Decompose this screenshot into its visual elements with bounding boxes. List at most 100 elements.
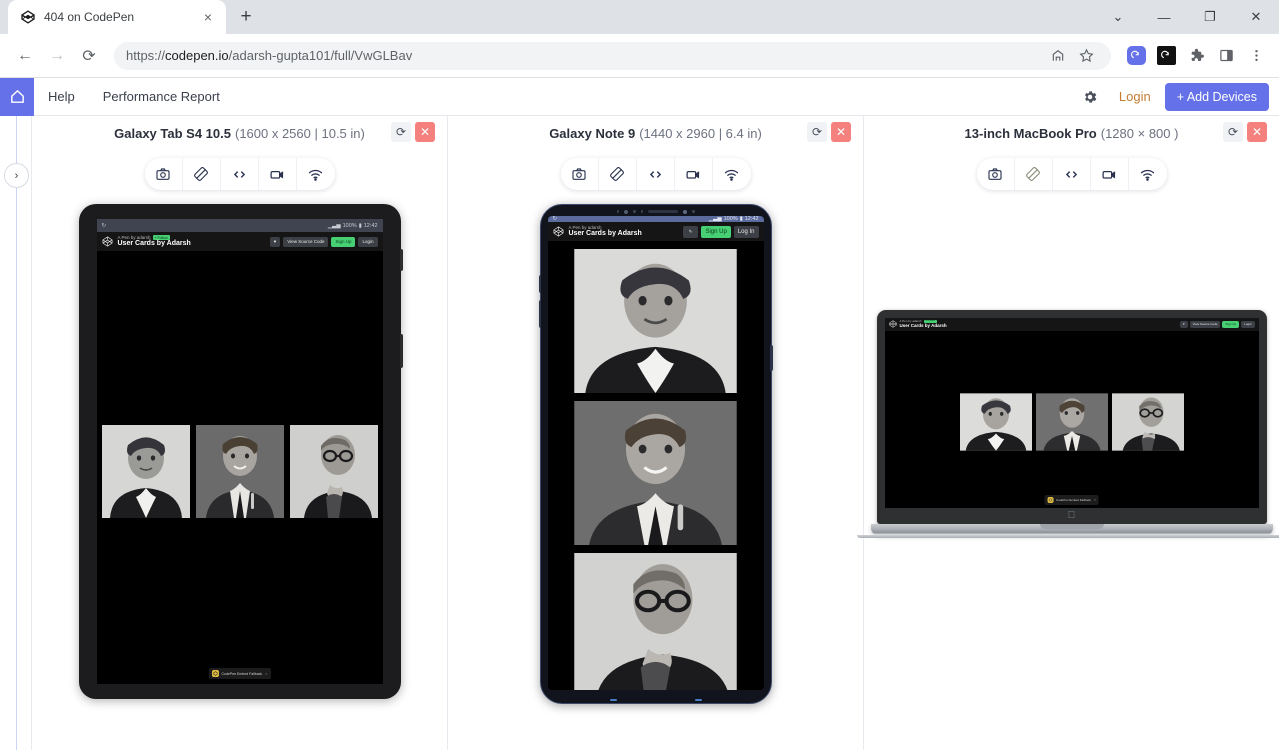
video-icon[interactable]	[259, 158, 297, 190]
device-workspace: › Galaxy Tab S4 10.5 (1600 x 2560 | 10.5…	[0, 116, 1279, 750]
codepen-embed-banner: CodePen Embed Fallback ×	[208, 668, 271, 679]
sensor-dot	[616, 210, 619, 213]
login-button[interactable]: Login	[358, 236, 378, 247]
rotate-device-button[interactable]: ⟳	[1223, 122, 1243, 142]
video-icon[interactable]	[675, 158, 713, 190]
signup-button[interactable]: Sign Up	[701, 225, 731, 238]
rotate-device-button[interactable]: ⟳	[391, 122, 411, 142]
view-source-button[interactable]: View Source Code	[1189, 320, 1221, 328]
heart-icon[interactable]: ♥	[269, 236, 281, 247]
device-header-buttons: ⟳ ✕	[391, 122, 435, 142]
window-controls: ⌄ — ❐ ✕	[1095, 0, 1279, 34]
back-icon[interactable]: ←	[10, 41, 40, 71]
camera-icon[interactable]	[977, 158, 1015, 190]
browser-toolbar: ← → ⟳ https://codepen.io/adarsh-gupta101…	[0, 34, 1279, 78]
video-icon[interactable]	[1091, 158, 1129, 190]
chrome-menu-icon[interactable]	[1243, 43, 1269, 69]
rotate-disable-icon[interactable]	[1015, 158, 1053, 190]
login-button[interactable]: Login	[1241, 320, 1255, 328]
reload-icon[interactable]: ⟳	[74, 41, 104, 71]
performance-report-link[interactable]: Performance Report	[89, 78, 234, 116]
tablet-screen[interactable]: ↻ ▁▃▅ 100% ▮ 12:42 A Pen by adarsh + Fol…	[96, 219, 383, 684]
browser-tab[interactable]: 404 on CodePen ×	[8, 0, 226, 34]
bottom-accent-light	[609, 698, 617, 701]
embedded-page-body: CodePen Embed Fallback ×	[884, 330, 1259, 508]
home-icon[interactable]	[0, 77, 34, 116]
pen-title: User Cards by Adarsh	[899, 323, 947, 329]
gear-icon[interactable]	[1075, 82, 1105, 112]
pen-title: User Cards by Adarsh	[568, 230, 642, 238]
device-name: Galaxy Note 9	[549, 125, 636, 141]
code-icon[interactable]	[637, 158, 675, 190]
sidebar-expand-button[interactable]: ›	[4, 163, 29, 188]
code-icon[interactable]	[1053, 158, 1091, 190]
forward-icon[interactable]: →	[42, 41, 72, 71]
signup-button[interactable]: Sign Up	[331, 236, 356, 247]
device-toolbar-pill	[144, 158, 335, 190]
wifi-icon[interactable]	[297, 158, 335, 190]
pen-title: User Cards by Adarsh	[117, 240, 191, 248]
close-device-button[interactable]: ✕	[1247, 122, 1267, 142]
tablet-side-button-2	[399, 334, 403, 368]
phone-screen[interactable]: ↻ ▁▃▅ 100% ▮ 12:42 A Pen by adarsh User …	[547, 216, 764, 690]
status-bar-right: ▁▃▅ 100% ▮ 12:42	[328, 223, 378, 229]
add-devices-button[interactable]: + Add Devices	[1164, 82, 1269, 111]
device-stage: ↻ ▁▃▅ 100% ▮ 12:42	[32, 190, 447, 750]
tab-close-icon[interactable]: ×	[198, 7, 218, 27]
codepen-banner-close-icon[interactable]: ×	[1094, 498, 1096, 502]
code-icon[interactable]	[221, 158, 259, 190]
signal-icon: ▁▃▅	[327, 222, 341, 229]
puzzle-extensions-icon[interactable]	[1183, 43, 1209, 69]
codepen-logo-icon	[553, 226, 563, 237]
phone-sensor-bar	[541, 208, 771, 215]
login-link[interactable]: Login	[1111, 89, 1159, 104]
sensor-dot	[633, 210, 636, 213]
embedded-page-buttons: ♥ View Source Code Sign Up Login	[1179, 320, 1255, 328]
pencil-icon[interactable]: ✎	[682, 225, 699, 238]
extension-app-icon[interactable]	[1123, 43, 1149, 69]
device-toolbar	[864, 158, 1279, 190]
codepen-logo-icon	[102, 236, 112, 247]
close-device-button[interactable]: ✕	[415, 122, 435, 142]
new-tab-button[interactable]: +	[232, 3, 260, 31]
codepen-banner-close-icon[interactable]: ×	[265, 671, 267, 676]
rotate-disable-icon[interactable]	[183, 158, 221, 190]
extension-app-dark-icon[interactable]	[1153, 43, 1179, 69]
window-close-button[interactable]: ✕	[1233, 0, 1279, 34]
close-device-button[interactable]: ✕	[831, 122, 851, 142]
codepen-banner-icon	[1047, 496, 1054, 503]
device-toolbar-pill	[976, 158, 1167, 190]
codepen-banner-icon	[211, 670, 219, 677]
rotate-device-button[interactable]: ⟳	[807, 122, 827, 142]
user-cards-row	[885, 331, 1259, 451]
view-source-button[interactable]: View Source Code	[283, 236, 329, 247]
signup-button[interactable]: Sign Up	[1222, 320, 1240, 328]
camera-icon[interactable]	[561, 158, 599, 190]
sensor-dot	[692, 210, 695, 213]
device-header: 13-inch MacBook Pro (1280 × 800 ) ⟳ ✕	[864, 116, 1279, 144]
side-panel-icon[interactable]	[1213, 43, 1239, 69]
window-minimize-button[interactable]: —	[1141, 0, 1187, 34]
rotate-disable-icon[interactable]	[599, 158, 637, 190]
window-chevron-button[interactable]: ⌄	[1095, 0, 1141, 34]
device-stage: ↻ ▁▃▅ 100% ▮ 12:42	[448, 190, 863, 750]
address-bar[interactable]: https://codepen.io/adarsh-gupta101/full/…	[114, 41, 1111, 70]
camera-icon[interactable]	[145, 158, 183, 190]
share-icon[interactable]	[1045, 43, 1071, 69]
laptop-screen[interactable]: A Pen by adarsh + Follow User Cards by A…	[884, 317, 1259, 508]
wifi-icon[interactable]	[1129, 158, 1167, 190]
phone-power-button	[770, 345, 773, 371]
sidebar-rail: ›	[0, 116, 32, 750]
bookmark-star-icon[interactable]	[1073, 43, 1099, 69]
embedded-page-titles: A Pen by adarsh + Follow User Cards by A…	[899, 319, 947, 329]
login-button[interactable]: Log In	[733, 225, 759, 238]
wifi-icon[interactable]	[713, 158, 751, 190]
rail-divider	[16, 116, 17, 750]
embedded-page-titles: A Pen by adarsh + Follow User Cards by A…	[118, 235, 191, 248]
help-link[interactable]: Help	[34, 78, 89, 116]
app-toolbar: Help Performance Report Login + Add Devi…	[0, 77, 1279, 116]
status-time: 12:42	[363, 222, 378, 229]
window-maximize-button[interactable]: ❐	[1187, 0, 1233, 34]
battery-icon: ▮	[358, 222, 362, 229]
heart-icon[interactable]: ♥	[1179, 320, 1188, 328]
